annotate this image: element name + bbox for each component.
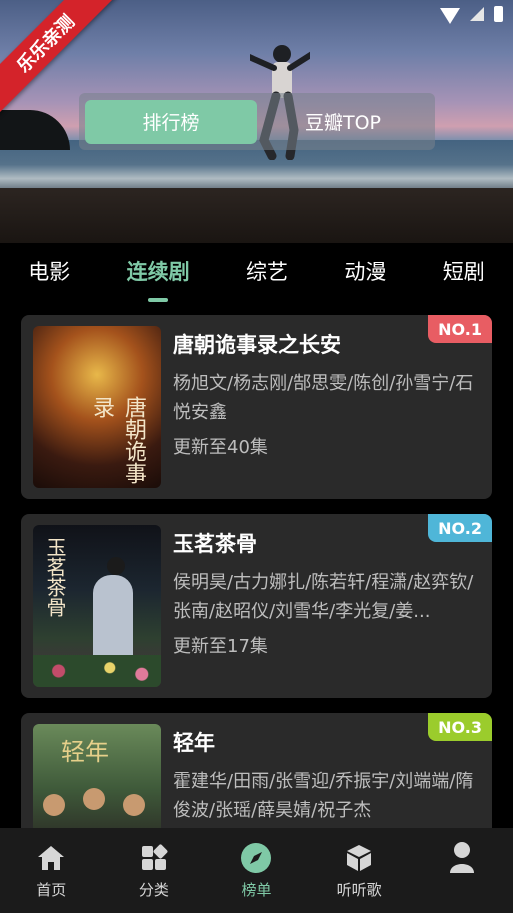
- segment-douban-top[interactable]: 豆瓣TOP: [257, 100, 429, 144]
- show-update: 更新至17集: [173, 636, 268, 657]
- grid-icon: [138, 842, 170, 874]
- compass-icon: [240, 842, 272, 874]
- nav-label-home: 首页: [36, 881, 67, 899]
- nav-ranking[interactable]: 榜单: [211, 842, 301, 900]
- tab-movie[interactable]: 电影: [28, 256, 70, 292]
- battery-icon: [494, 6, 503, 22]
- header-banner: 乐乐亲测 排行榜 豆瓣TOP: [0, 0, 513, 243]
- list-item[interactable]: 轻年 轻年 霍建华/田雨/张雪迎/乔振宇/刘端端/隋俊波/张瑶/薛昊婧/祝子杰 …: [21, 713, 492, 828]
- user-icon: [446, 842, 478, 874]
- banner-beach: [0, 188, 513, 243]
- show-cast: 侯明昊/古力娜扎/陈若轩/程潇/赵弈钦/张南/赵昭仪/刘雪华/李光复/姜...: [173, 572, 474, 622]
- status-bar: [440, 6, 503, 24]
- cube-icon: [343, 842, 375, 874]
- tab-short-drama[interactable]: 短剧: [443, 256, 485, 292]
- ranking-segment-control: 排行榜 豆瓣TOP: [79, 93, 435, 150]
- category-tabs: 电影 连续剧 综艺 动漫 短剧: [0, 243, 513, 305]
- tab-variety[interactable]: 综艺: [246, 256, 288, 292]
- nav-label-category: 分类: [138, 881, 169, 899]
- poster-image: 玉茗茶骨: [33, 525, 161, 687]
- wifi-icon: [440, 8, 460, 24]
- segment-ranking[interactable]: 排行榜: [85, 99, 257, 144]
- ranking-list: 唐朝诡事录 唐朝诡事录之长安 杨旭文/杨志刚/郜思雯/陈创/孙雪宁/石悦安鑫 更…: [0, 305, 513, 828]
- show-cast: 杨旭文/杨志刚/郜思雯/陈创/孙雪宁/石悦安鑫: [173, 373, 474, 423]
- nav-profile[interactable]: [417, 842, 507, 879]
- poster-image: 轻年: [33, 724, 161, 828]
- banner-rocks: [0, 110, 70, 150]
- rank-badge: NO.3: [428, 713, 492, 741]
- nav-home[interactable]: 首页: [6, 842, 96, 900]
- poster-image: 唐朝诡事录: [33, 326, 161, 488]
- list-item[interactable]: 玉茗茶骨 玉茗茶骨 侯明昊/古力娜扎/陈若轩/程潇/赵弈钦/张南/赵昭仪/刘雪华…: [21, 514, 492, 698]
- tab-anime[interactable]: 动漫: [344, 256, 386, 292]
- list-item[interactable]: 唐朝诡事录 唐朝诡事录之长安 杨旭文/杨志刚/郜思雯/陈创/孙雪宁/石悦安鑫 更…: [21, 315, 492, 499]
- signal-icon: [470, 7, 484, 21]
- nav-label-ranking: 榜单: [241, 881, 272, 899]
- nav-label-music: 听听歌: [336, 881, 382, 899]
- tab-series[interactable]: 连续剧: [127, 256, 190, 302]
- nav-category[interactable]: 分类: [109, 842, 199, 900]
- show-cast: 霍建华/田雨/张雪迎/乔振宇/刘端端/隋俊波/张瑶/薛昊婧/祝子杰: [173, 771, 474, 821]
- show-update: 更新至40集: [173, 437, 268, 458]
- home-icon: [35, 842, 67, 874]
- rank-badge: NO.1: [428, 315, 492, 343]
- bottom-navigation: 首页 分类 榜单 听听歌: [0, 828, 513, 913]
- rank-badge: NO.2: [428, 514, 492, 542]
- nav-music[interactable]: 听听歌: [314, 842, 404, 900]
